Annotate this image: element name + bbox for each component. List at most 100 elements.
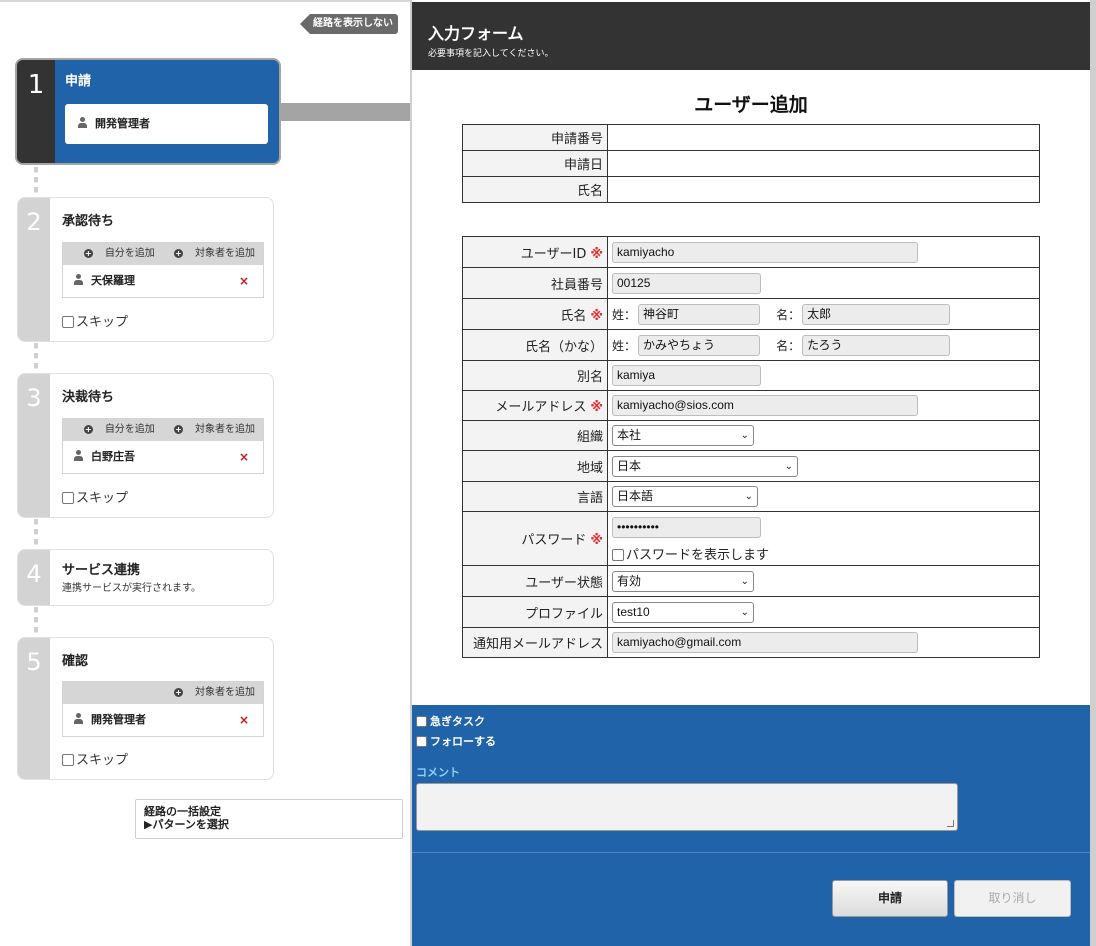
add-target-button[interactable]: + 対象者を追加 [166,424,255,435]
form-row: プロファイル test10 ⌄ [462,596,1040,628]
checkbox-icon [416,716,427,727]
bulk-route-setting[interactable]: 経路の一括設定 ▶パターンを選択 [135,799,403,839]
approver-row: 白野庄吾 × [63,441,263,473]
notification-email-input[interactable]: kamiyacho@gmail.com [612,632,918,653]
add-self-button[interactable]: + 自分を追加 [76,424,155,435]
checkbox-icon [62,754,74,766]
form-title: 入力フォーム [428,24,524,43]
user-id-input[interactable]: kamiyacho [612,241,918,263]
last-name-input[interactable]: 神谷町 [638,303,761,325]
required-mark: ※ [590,400,603,415]
alias-input[interactable]: kamiya [612,365,761,386]
step-title: サービス連携 [62,563,141,578]
organization-select[interactable]: 本社 ⌄ [612,425,754,446]
chevron-down-icon: ⌄ [744,491,753,502]
first-name-input[interactable]: 太郎 [802,303,951,325]
form-row: 組織 本社 ⌄ [462,420,1040,451]
form-row: 氏名 ※ 姓： 神谷町 名： 太郎 [462,298,1040,330]
comment-textarea[interactable] [416,783,958,831]
route-step-3: 3 決裁待ち + 自分を追加 + 対象者を追加 白野庄吾 × スキップ [17,373,274,518]
apply-button[interactable]: 申請 [832,880,948,917]
approver-name: 天保羅理 [91,274,135,287]
chevron-down-icon: ⌄ [740,606,749,618]
approver-name: 白野庄吾 [91,450,135,463]
step-connector [281,103,410,121]
email-input[interactable]: kamiyacho@sios.com [612,395,918,416]
meta-value [607,176,1040,203]
chevron-down-icon: ⌄ [740,575,749,587]
mei-prefix: 名： [776,338,801,353]
form-row: ユーザーID ※ kamiyacho [462,236,1040,268]
step-title: 決裁待ち [62,390,115,405]
form-row: 地域 日本 ⌄ [462,450,1040,482]
route-step-1: 1 申請 開発管理者 [15,58,281,165]
step-number: 1 [17,60,55,163]
first-name-kana-input[interactable]: たろう [802,334,951,356]
chevron-down-icon: ⌄ [784,460,793,472]
field-label: 氏名（かな） [462,329,608,361]
last-name-kana-input[interactable]: かみやちょう [638,334,761,356]
applicant-card: 開発管理者 [65,104,268,144]
field-label: プロファイル [462,596,608,628]
add-target-button[interactable]: + 対象者を追加 [166,687,255,698]
form-row: 言語 日本語 ⌄ [462,481,1040,512]
add-target-button[interactable]: + 対象者を追加 [166,248,255,259]
meta-value [607,150,1040,177]
bulk-title: 経路の一括設定 [144,805,221,818]
form-row: パスワード ※ •••••••••• パスワードを表示します [462,511,1040,566]
follow-checkbox[interactable]: フォローする [416,733,496,749]
user-form-table: ユーザーID ※ kamiyacho 社員番号 00125 氏名 ※ 姓： 神谷町 名… [462,236,1040,658]
add-self-button[interactable]: + 自分を追加 [76,248,155,259]
step-title: 確認 [62,654,89,669]
form-subtitle: 必要事項を記入してください。 [428,49,554,59]
plus-circle-icon: + [83,249,93,258]
skip-checkbox[interactable]: スキップ [62,749,128,768]
user-status-select[interactable]: 有効 ⌄ [612,570,754,592]
remove-approver-icon[interactable]: × [239,441,249,473]
cancel-button[interactable]: 取り消し [954,880,1071,917]
profile-select[interactable]: test10 ⌄ [612,601,754,623]
sei-prefix: 姓： [612,307,637,322]
step-title: 申請 [65,74,92,89]
meta-value [607,124,1040,151]
field-label: 言語 [462,481,608,512]
plus-circle-icon: + [174,249,183,258]
employee-number-input[interactable]: 00125 [612,272,761,294]
language-select[interactable]: 日本語 ⌄ [612,486,758,507]
required-mark: ※ [590,246,603,262]
field-label: 地域 [462,450,608,482]
divider [412,852,1090,853]
field-label: 組織 [462,420,608,451]
checkbox-icon [416,736,427,747]
field-label: 社員番号 [462,267,608,299]
user-icon [77,117,89,129]
applicant-name: 開発管理者 [95,117,150,130]
step-number: 4 [18,550,50,605]
field-label: パスワード ※ [462,511,608,566]
show-password-checkbox[interactable]: パスワードを表示します [612,544,1035,563]
route-dots [34,167,38,197]
select-pattern-link[interactable]: ▶パターンを選択 [144,818,394,831]
remove-approver-icon[interactable]: × [239,265,249,297]
meta-row: 申請日 [462,150,1040,177]
route-dots [34,607,38,637]
form-row: 通知用メールアドレス kamiyacho@gmail.com [462,627,1040,658]
skip-checkbox[interactable]: スキップ [62,311,128,330]
add-bar: + 対象者を追加 [63,682,263,704]
hide-route-button[interactable]: 経路を表示しない [300,14,398,34]
field-label: メールアドレス ※ [462,390,608,421]
password-input[interactable]: •••••••••• [612,516,761,538]
form-row: メールアドレス ※ kamiyacho@sios.com [462,390,1040,421]
meta-row: 申請番号 [462,124,1040,151]
step-number: 5 [18,638,50,779]
meta-label: 申請番号 [462,124,608,151]
urgent-task-checkbox[interactable]: 急ぎタスク [416,713,485,729]
remove-approver-icon[interactable]: × [239,704,249,736]
skip-checkbox[interactable]: スキップ [62,487,128,506]
checkbox-icon [62,316,74,328]
region-select[interactable]: 日本 ⌄ [612,455,798,477]
step-subtitle: 連携サービスが実行されます。 [62,583,201,594]
step-number: 3 [18,374,50,517]
field-label: ユーザーID ※ [462,236,608,268]
page-title: ユーザー追加 [694,94,808,116]
